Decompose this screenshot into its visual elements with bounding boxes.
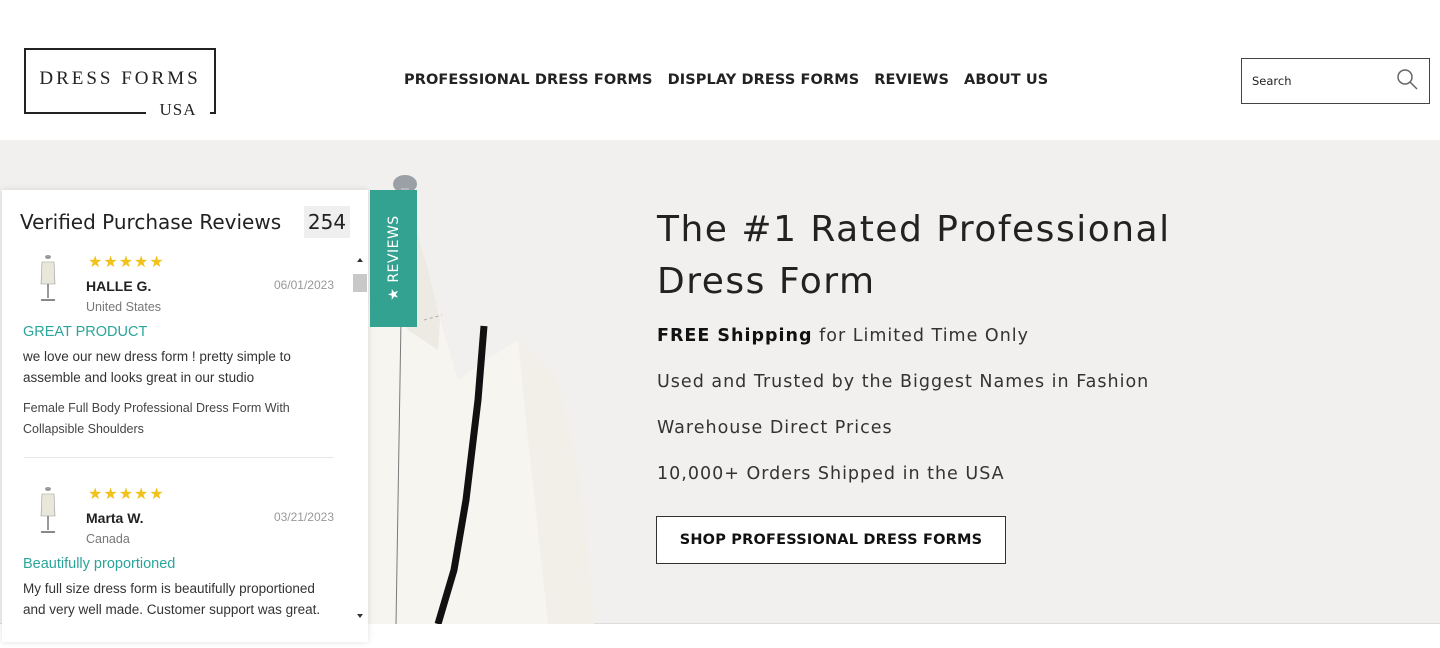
hero-shipping-rest: for Limited Time Only [812,326,1030,346]
scroll-thumb[interactable] [353,274,367,292]
nav-professional-dress-forms[interactable]: PROFESSIONAL DRESS FORMS [404,72,653,88]
review-body: we love our new dress form ! pretty simp… [23,349,291,385]
product-thumbnail-icon [40,487,56,533]
review-stars: ★★★★★ [88,254,165,271]
search-box [1241,58,1430,104]
scroll-up-arrow-icon[interactable] [357,258,363,262]
review-headline: GREAT PRODUCT [23,324,148,340]
review-headline: Beautifully proportioned [23,556,176,572]
logo-text: DRESS FORMS [39,68,201,89]
shop-professional-button[interactable]: SHOP PROFESSIONAL DRESS FORMS [656,516,1006,564]
main-nav: PROFESSIONAL DRESS FORMS DISPLAY DRESS F… [404,72,1048,88]
reviews-tab-label: ★ REVIEWS [386,215,402,301]
product-thumbnail-icon [40,255,56,301]
hero-title: The #1 Rated Professional Dress Form [657,204,1277,308]
review-date: 03/21/2023 [273,510,334,524]
site-header: DRESS FORMS USA PROFESSIONAL DRESS FORMS… [0,0,1440,140]
hero-title-line2: Dress Form [657,261,876,302]
review-item: ★★★★★ Marta W. 03/21/2023 Canada Beautif… [22,484,334,642]
review-item: ★★★★★ HALLE G. 06/01/2023 United States … [22,252,334,442]
reviews-scrollbar[interactable] [352,254,368,630]
nav-about-us[interactable]: ABOUT US [964,72,1048,88]
reviewer-country: Canada [86,532,130,546]
logo-subtext: USA [146,100,210,120]
nav-display-dress-forms[interactable]: DISPLAY DRESS FORMS [668,72,860,88]
reviewer-name: HALLE G. [86,278,152,294]
review-divider [24,457,334,458]
hero-title-line1: The #1 Rated Professional [657,209,1171,250]
review-stars: ★★★★★ [88,486,165,503]
review-product-link[interactable]: Female Full Body Professional Dress Form… [23,398,333,440]
reviews-widget: Verified Purchase Reviews 254 ★★★★★ HALL… [2,190,368,642]
hero-prices-text: Warehouse Direct Prices [657,418,893,438]
search-icon[interactable] [1395,67,1419,91]
review-date: 06/01/2023 [273,278,334,292]
reviewer-country: United States [86,300,162,314]
logo[interactable]: DRESS FORMS USA [24,48,216,120]
reviews-count-badge: 254 [304,206,350,238]
hero-shipping-bold: FREE Shipping [657,326,813,346]
reviews-side-tab[interactable]: ★ REVIEWS [370,190,417,327]
hero-trusted-text: Used and Trusted by the Biggest Names in… [657,372,1150,392]
review-body: My full size dress form is beautifully p… [23,581,321,617]
hero-orders-text: 10,000+ Orders Shipped in the USA [657,464,1005,484]
nav-reviews[interactable]: REVIEWS [874,72,949,88]
search-input[interactable] [1252,71,1392,91]
scroll-down-arrow-icon[interactable] [357,614,363,618]
hero-shipping-text: FREE Shipping for Limited Time Only [657,326,1029,346]
reviews-title: Verified Purchase Reviews [20,210,282,234]
reviewer-name: Marta W. [86,510,144,526]
